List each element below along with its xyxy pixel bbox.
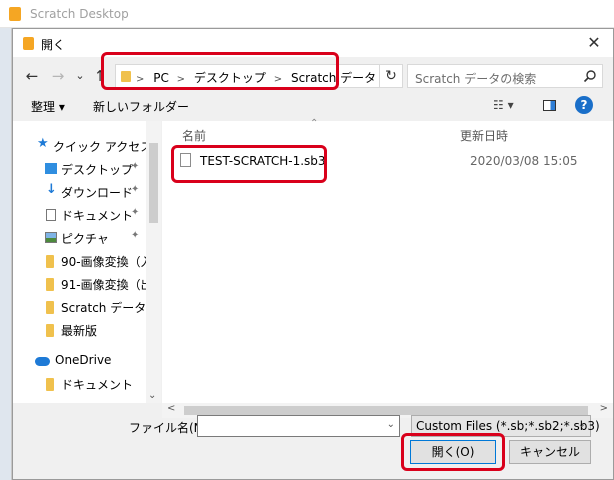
navigation-pane: ★ クイック アクセス デスクトップ ✦ ↓ ダウンロード ✦ ドキュメント ✦…: [13, 121, 161, 403]
chevron-left-icon[interactable]: <: [167, 403, 175, 414]
cancel-button[interactable]: キャンセル: [509, 440, 591, 464]
sort-ascending-icon: ⌃: [310, 118, 319, 129]
sidebar-item-scratch-data[interactable]: Scratch データ: [13, 296, 160, 318]
breadcrumb-scratch-data[interactable]: Scratch データ: [291, 71, 376, 85]
open-button[interactable]: 開く(O): [410, 440, 496, 464]
breadcrumb-separator-icon: >: [136, 74, 145, 85]
pin-icon: ✦: [131, 230, 140, 241]
star-icon: ★: [37, 136, 49, 151]
sidebar-item-label: デスクトップ: [61, 163, 134, 177]
scrollbar-thumb[interactable]: [184, 406, 588, 415]
toolbar: 整理 ▾ 新しいフォルダー ☷ ▾ ?: [13, 93, 613, 119]
filename-input[interactable]: ⌄: [197, 415, 400, 437]
preview-pane-icon[interactable]: [543, 100, 556, 111]
scrollbar-thumb[interactable]: [149, 143, 158, 223]
cloud-icon: [35, 357, 50, 366]
sidebar-item-latest[interactable]: 最新版: [13, 319, 160, 341]
sidebar-item-label: 90-画像変換（入: [61, 255, 153, 269]
folder-icon: [46, 324, 54, 337]
chevron-down-icon[interactable]: ⌄: [148, 390, 156, 401]
organize-button[interactable]: 整理 ▾: [31, 98, 65, 115]
desktop-icon: [45, 163, 57, 174]
sidebar-item-folder-90[interactable]: 90-画像変換（入: [13, 250, 160, 272]
view-options-icon[interactable]: ☷ ▾: [493, 98, 514, 112]
file-list: 名前 ⌃ 更新日時 TEST-SCRATCH-1.sb3 2020/03/08 …: [162, 118, 613, 403]
sidebar-item-folder-91[interactable]: 91-画像変換（出: [13, 273, 160, 295]
pin-icon: ✦: [131, 184, 140, 195]
sidebar-item-label: ドキュメント: [61, 209, 134, 223]
pin-icon: ✦: [131, 161, 140, 172]
table-row[interactable]: TEST-SCRATCH-1.sb3 2020/03/08 15:05: [170, 147, 610, 175]
file-icon: [180, 153, 191, 167]
chevron-down-icon[interactable]: ⌄: [387, 419, 395, 430]
folder-icon: [121, 71, 131, 82]
column-header-modified[interactable]: 更新日時: [460, 127, 508, 144]
sidebar-item-downloads[interactable]: ↓ ダウンロード ✦: [13, 181, 160, 203]
address-row: ← → ⌄ ↑ > PC > デスクトップ > Scratch データ ⌄ ↻ …: [13, 59, 613, 93]
dialog-title: 開く: [41, 38, 66, 52]
sidebar-item-label: Scratch データ: [61, 301, 147, 315]
dialog-titlebar: 開く ✕: [13, 29, 613, 57]
search-icon: [583, 70, 596, 83]
close-icon[interactable]: ✕: [583, 32, 605, 54]
breadcrumb-separator-icon: >: [273, 74, 283, 85]
refresh-icon[interactable]: ↻: [379, 64, 403, 88]
background-window-edge: [0, 28, 12, 480]
file-type-value: Custom Files (*.sb;*.sb2;*.sb3): [416, 419, 600, 433]
help-icon[interactable]: ?: [575, 96, 593, 114]
sidebar-item-desktop[interactable]: デスクトップ ✦: [13, 158, 160, 180]
sidebar-item-label: ピクチャ: [61, 232, 109, 246]
sidebar-item-label: 最新版: [61, 324, 98, 338]
sidebar-item-documents[interactable]: ドキュメント ✦: [13, 204, 160, 226]
download-icon: ↓: [46, 182, 57, 197]
sidebar-item-label: 91-画像変換（出: [61, 278, 153, 292]
breadcrumb: > PC > デスクトップ > Scratch データ: [136, 69, 380, 86]
open-file-dialog: 開く ✕ ← → ⌄ ↑ > PC > デスクトップ > Scratch データ…: [12, 28, 614, 480]
up-arrow-icon[interactable]: ↑: [89, 65, 111, 87]
breadcrumb-separator-icon: >: [176, 74, 186, 85]
sidebar-item-quick-access[interactable]: ★ クイック アクセス: [13, 135, 160, 157]
folder-icon: [46, 255, 54, 268]
back-arrow-icon[interactable]: ←: [21, 65, 43, 87]
pin-icon: ✦: [131, 207, 140, 218]
forward-arrow-icon[interactable]: →: [47, 65, 69, 87]
chevron-right-icon[interactable]: >: [600, 403, 608, 414]
breadcrumb-desktop[interactable]: デスクトップ: [194, 71, 266, 85]
document-icon: [46, 209, 56, 221]
sidebar-item-label: クイック アクセス: [53, 140, 153, 154]
file-name: TEST-SCRATCH-1.sb3: [200, 154, 326, 168]
search-input[interactable]: Scratch データの検索: [407, 64, 603, 88]
folder-icon: [46, 278, 54, 291]
search-placeholder: Scratch データの検索: [415, 72, 537, 86]
scratch-app-icon: [23, 37, 34, 50]
sidebar-item-onedrive[interactable]: OneDrive: [13, 350, 160, 372]
address-bar[interactable]: > PC > デスクトップ > Scratch データ ⌄: [115, 64, 393, 88]
file-type-select[interactable]: Custom Files (*.sb;*.sb2;*.sb3) ⌄: [411, 415, 600, 437]
sidebar-item-pictures[interactable]: ピクチャ ✦: [13, 227, 160, 249]
scratch-app-icon: [9, 7, 21, 21]
chevron-down-icon: ⌄: [577, 419, 586, 430]
background-window-titlebar: Scratch Desktop: [0, 0, 614, 28]
recent-locations-chevron-icon[interactable]: ⌄: [69, 65, 91, 87]
picture-icon: [45, 232, 57, 243]
new-folder-button[interactable]: 新しいフォルダー: [93, 98, 189, 115]
sidebar-item-label: OneDrive: [55, 353, 112, 367]
navigation-scrollbar[interactable]: ⌄: [146, 121, 161, 403]
background-window-title: Scratch Desktop: [30, 7, 129, 21]
breadcrumb-pc[interactable]: PC: [153, 71, 169, 85]
sidebar-item-label: ドキュメント: [61, 378, 134, 392]
folder-icon: [46, 378, 54, 391]
sidebar-item-onedrive-documents[interactable]: ドキュメント: [13, 373, 160, 395]
file-modified: 2020/03/08 15:05: [470, 154, 578, 168]
folder-icon: [46, 301, 54, 314]
column-header-name[interactable]: 名前: [182, 127, 206, 144]
sidebar-item-label: ダウンロード: [61, 186, 134, 200]
